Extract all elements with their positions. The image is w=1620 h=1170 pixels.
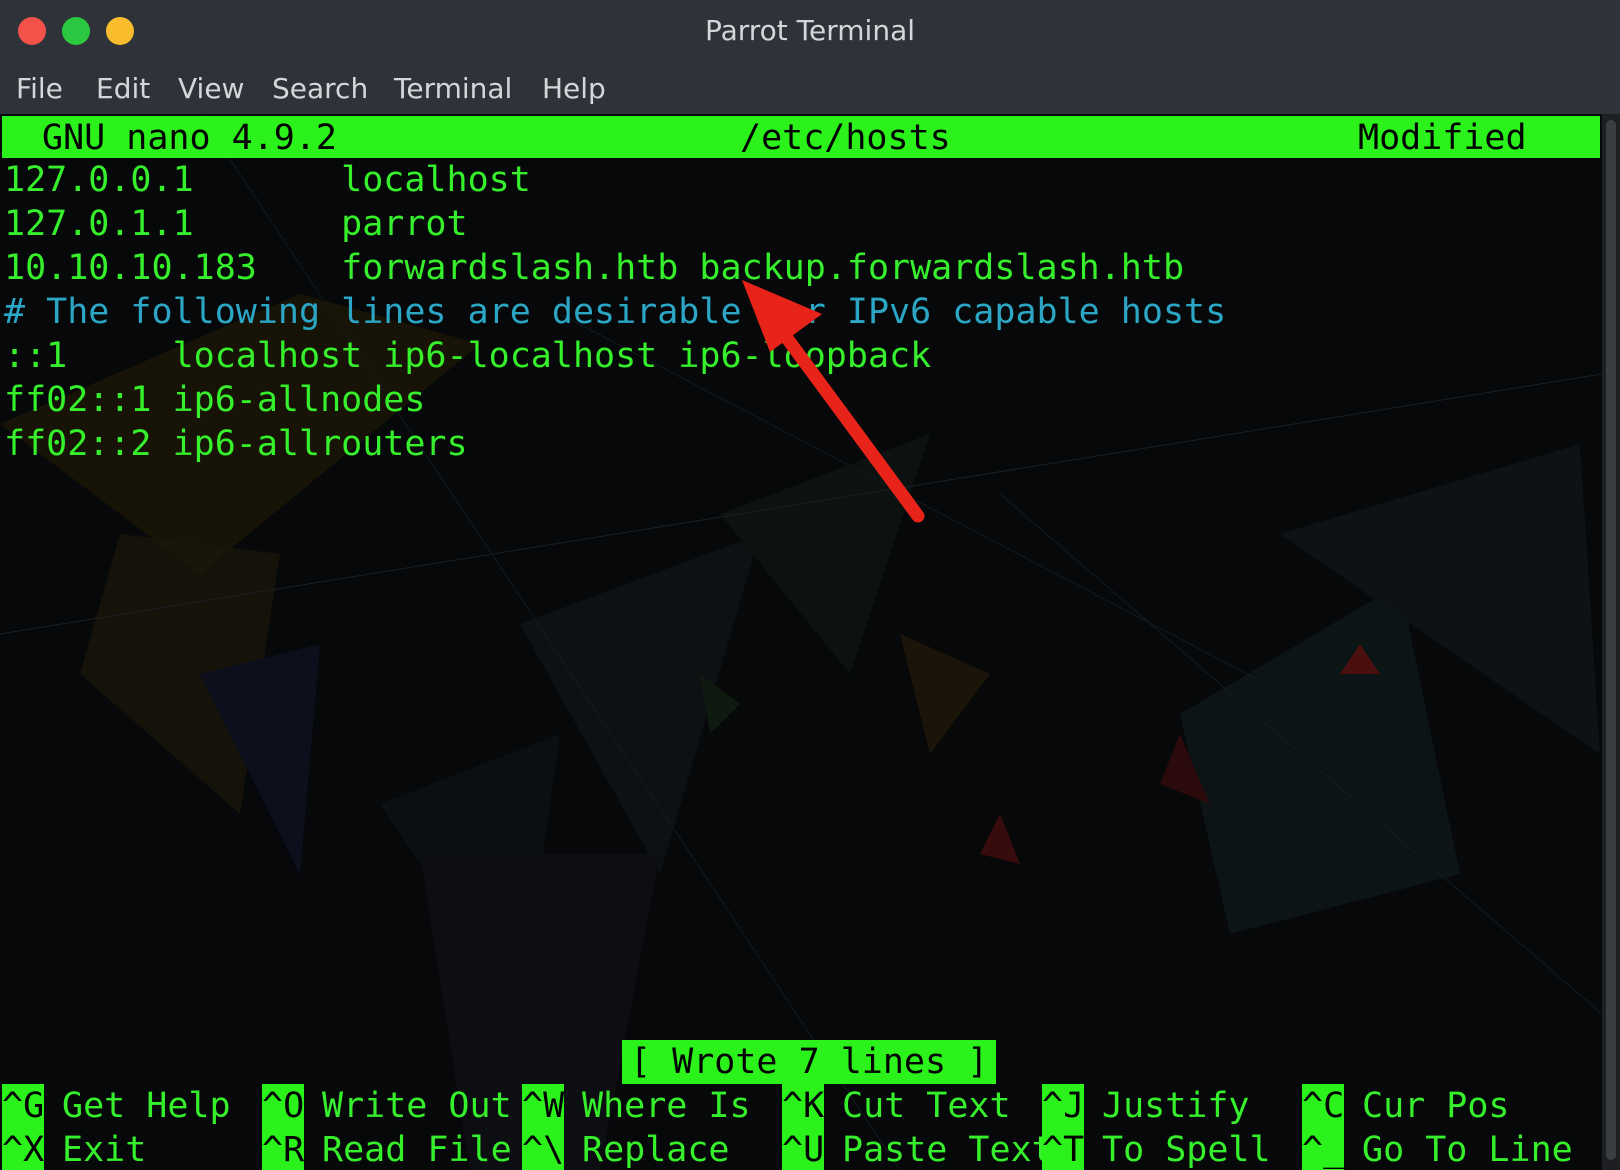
file-line[interactable]: 127.0.0.1 localhost (4, 158, 531, 202)
menu-help[interactable]: Help (542, 72, 606, 105)
file-line[interactable]: ff02::2 ip6-allrouters (4, 422, 468, 466)
shortcut-label: Get Help (62, 1086, 231, 1126)
shortcut-label: Write Out (322, 1086, 512, 1126)
menu-bar: File Edit View Search Terminal Help (0, 62, 1620, 114)
file-line-comment[interactable]: # The following lines are desirable for … (4, 290, 1226, 334)
shortcut-replace[interactable]: ^\ Replace (522, 1128, 730, 1170)
shortcut-paste-text[interactable]: ^U Paste Text (782, 1128, 1053, 1170)
shortcut-key: ^R (262, 1128, 305, 1170)
shortcut-justify[interactable]: ^J Justify (1042, 1084, 1250, 1128)
shortcut-exit[interactable]: ^X Exit (2, 1128, 146, 1170)
terminal-area[interactable]: GNU nano 4.9.2 /etc/hosts Modified 127.0… (0, 114, 1602, 1170)
shortcut-key: ^\ (522, 1128, 565, 1170)
shortcut-key: ^U (782, 1128, 825, 1170)
shortcut-get-help[interactable]: ^G Get Help (2, 1084, 231, 1128)
shortcut-write-out[interactable]: ^O Write Out (262, 1084, 512, 1128)
shortcut-key: ^J (1042, 1084, 1085, 1128)
shortcut-label: Go To Line (1362, 1130, 1573, 1170)
menu-view[interactable]: View (178, 72, 244, 105)
shortcut-key: ^W (522, 1084, 565, 1128)
shortcut-where-is[interactable]: ^W Where Is (522, 1084, 751, 1128)
nano-modified-flag: Modified (1358, 118, 1527, 158)
shortcut-key: ^X (2, 1128, 45, 1170)
title-bar[interactable]: Parrot Terminal (0, 0, 1620, 62)
nano-version: GNU nano 4.9.2 (42, 118, 338, 158)
scrollbar-thumb[interactable] (1606, 120, 1616, 1160)
shortcut-key: ^_ (1302, 1128, 1345, 1170)
terminal-window: Parrot Terminal File Edit View Search Te… (0, 0, 1620, 1170)
menu-file[interactable]: File (16, 72, 63, 105)
nano-filename: /etc/hosts (740, 118, 951, 158)
file-line[interactable]: 10.10.10.183 forwardslash.htb backup.for… (4, 246, 1184, 290)
file-line[interactable]: 127.0.1.1 parrot (4, 202, 468, 246)
shortcut-cur-pos[interactable]: ^C Cur Pos (1302, 1084, 1510, 1128)
shortcut-read-file[interactable]: ^R Read File (262, 1128, 512, 1170)
file-line[interactable]: ff02::1 ip6-allnodes (4, 378, 425, 422)
shortcut-key: ^G (2, 1084, 45, 1128)
shortcut-label: Cut Text (842, 1086, 1011, 1126)
shortcut-label: Where Is (582, 1086, 751, 1126)
shortcut-label: Read File (322, 1130, 512, 1170)
shortcut-key: ^C (1302, 1084, 1345, 1128)
nano-title-bar: GNU nano 4.9.2 /etc/hosts Modified (2, 116, 1600, 158)
shortcut-label: To Spell (1102, 1130, 1271, 1170)
file-line[interactable]: ::1 localhost ip6-localhost ip6-loopback (4, 334, 931, 378)
shortcut-label: Exit (62, 1130, 147, 1170)
shortcut-go-to-line[interactable]: ^_ Go To Line (1302, 1128, 1573, 1170)
shortcut-cut-text[interactable]: ^K Cut Text (782, 1084, 1011, 1128)
shortcut-key: ^O (262, 1084, 305, 1128)
menu-edit[interactable]: Edit (96, 72, 150, 105)
shortcut-label: Paste Text (842, 1130, 1053, 1170)
shortcut-label: Justify (1102, 1086, 1250, 1126)
shortcut-key: ^T (1042, 1128, 1085, 1170)
menu-search[interactable]: Search (272, 72, 368, 105)
shortcut-label: Replace (582, 1130, 730, 1170)
terminal-scrollbar[interactable] (1602, 114, 1620, 1170)
status-message: [ Wrote 7 lines ] (622, 1040, 997, 1084)
menu-terminal[interactable]: Terminal (394, 72, 512, 105)
window-title: Parrot Terminal (704, 14, 916, 47)
shortcut-key: ^K (782, 1084, 825, 1128)
shortcut-label: Cur Pos (1362, 1086, 1510, 1126)
shortcut-to-spell[interactable]: ^T To Spell (1042, 1128, 1271, 1170)
